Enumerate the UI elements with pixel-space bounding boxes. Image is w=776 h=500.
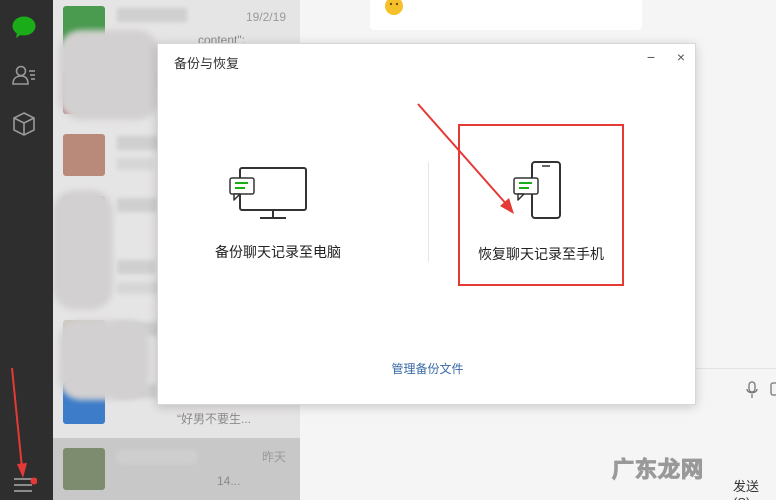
backup-to-pc-option[interactable]: 备份聊天记录至电脑 xyxy=(198,130,358,280)
backup-to-pc-label: 备份聊天记录至电脑 xyxy=(215,244,341,260)
blurred-name xyxy=(117,260,155,274)
blurred-name xyxy=(117,198,157,212)
chat-time: 19/2/19 xyxy=(245,10,286,24)
dialog-title: 备份与恢复 xyxy=(174,56,240,71)
chat-list-item-active[interactable]: 昨天 14... xyxy=(53,438,300,500)
send-button[interactable]: 发送(S) xyxy=(733,476,776,500)
watermark: 广东龙网 xyxy=(611,457,705,483)
blur-overlay xyxy=(53,190,113,310)
chat-time: 昨天 xyxy=(261,450,286,464)
chat-preview: “好男不要生... xyxy=(177,412,251,426)
favorites-icon[interactable] xyxy=(11,111,37,137)
left-sidebar xyxy=(0,0,53,500)
avatar xyxy=(63,134,105,176)
blur-overlay xyxy=(59,30,159,120)
option-divider xyxy=(428,162,429,262)
avatar xyxy=(63,448,105,490)
minimize-button[interactable]: − xyxy=(642,48,660,66)
blurred-name xyxy=(117,8,187,22)
restore-to-phone-option[interactable]: 恢复聊天记录至手机 xyxy=(458,124,624,286)
blur-overlay xyxy=(59,320,149,400)
video-icon[interactable] xyxy=(770,381,776,399)
restore-to-phone-label: 恢复聊天记录至手机 xyxy=(478,246,604,262)
menu-icon[interactable] xyxy=(11,472,37,498)
close-button[interactable]: × xyxy=(672,48,690,66)
blurred-name xyxy=(117,450,197,464)
emoji-icon xyxy=(385,0,403,15)
chat-preview: 14... xyxy=(217,474,241,488)
phone-icon xyxy=(513,161,561,219)
message-bubble xyxy=(370,0,642,30)
manage-backup-files-link[interactable]: 管理备份文件 xyxy=(158,360,697,377)
contacts-icon[interactable] xyxy=(11,62,37,88)
blurred-message xyxy=(117,158,153,170)
chat-icon[interactable] xyxy=(11,14,37,40)
computer-icon xyxy=(229,167,307,219)
microphone-icon[interactable] xyxy=(746,381,758,399)
backup-restore-dialog: 备份与恢复 − × 备份聊天记录至电脑 恢复聊天记录至手机 管理备份文件 xyxy=(157,43,696,405)
